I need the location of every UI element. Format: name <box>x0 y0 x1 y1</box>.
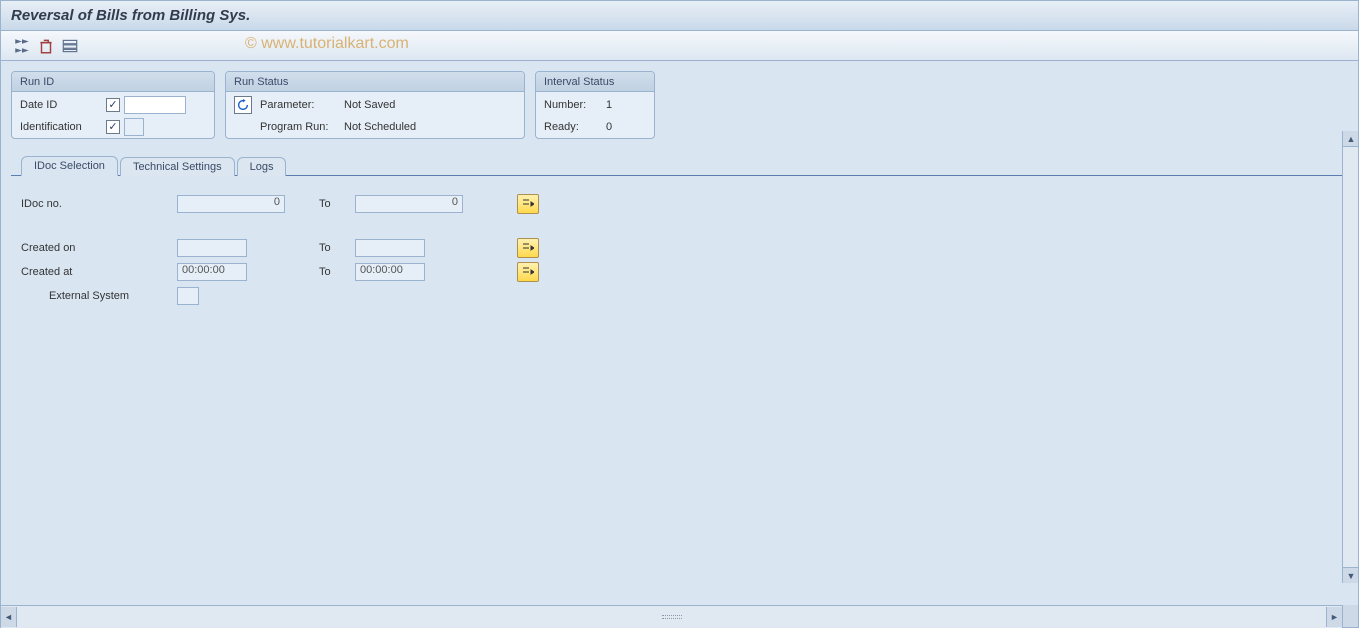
date-id-input[interactable] <box>124 96 186 114</box>
identification-label: Identification <box>20 121 100 133</box>
created-at-label: Created at <box>21 266 171 278</box>
scroll-grip-icon[interactable] <box>662 615 682 619</box>
scroll-right-icon[interactable]: ► <box>1326 607 1342 627</box>
page-title: Reversal of Bills from Billing Sys. <box>11 7 250 24</box>
tab-technical-settings[interactable]: Technical Settings <box>120 157 235 176</box>
interval-ready-value: 0 <box>606 121 612 133</box>
tab-logs[interactable]: Logs <box>237 157 287 176</box>
date-id-label: Date ID <box>20 99 100 111</box>
interval-ready-label: Ready: <box>544 121 602 133</box>
created-at-to-label: To <box>319 266 349 278</box>
toolbar-layout-icon[interactable] <box>61 37 79 55</box>
created-at-from-input[interactable]: 00:00:00 <box>177 263 247 281</box>
panel-run-status-title: Run Status <box>226 72 524 92</box>
tab-idoc-selection[interactable]: IDoc Selection <box>21 156 118 176</box>
panel-run-id-title: Run ID <box>12 72 214 92</box>
interval-number-label: Number: <box>544 99 602 111</box>
identification-input[interactable] <box>124 118 144 136</box>
created-on-from-input[interactable] <box>177 239 247 257</box>
toolbar-delete-icon[interactable] <box>37 37 55 55</box>
idoc-no-to-label: To <box>319 198 349 210</box>
external-system-label: External System <box>49 290 171 302</box>
identification-checkbox-icon[interactable]: ✓ <box>106 120 120 134</box>
panel-run-id: Run ID Date ID ✓ Identification ✓ <box>11 71 215 139</box>
created-on-label: Created on <box>21 242 171 254</box>
idoc-no-more-button[interactable] <box>517 194 539 214</box>
idoc-no-to-input[interactable]: 0 <box>355 195 463 213</box>
idoc-no-from-input[interactable]: 0 <box>177 195 285 213</box>
created-on-more-button[interactable] <box>517 238 539 258</box>
created-on-to-input[interactable] <box>355 239 425 257</box>
watermark: © www.tutorialkart.com <box>245 35 409 53</box>
panel-interval-status-title: Interval Status <box>536 72 654 92</box>
scroll-up-icon[interactable]: ▲ <box>1343 131 1358 147</box>
vertical-scrollbar[interactable]: ▲ ▼ <box>1342 131 1358 583</box>
program-run-value: Not Scheduled <box>344 121 416 133</box>
created-at-more-button[interactable] <box>517 262 539 282</box>
horizontal-scrollbar[interactable]: ◄ ► <box>1 606 1342 628</box>
scroll-left-icon[interactable]: ◄ <box>1 607 17 627</box>
parameter-label: Parameter: <box>260 99 340 111</box>
date-id-checkbox-icon[interactable]: ✓ <box>106 98 120 112</box>
parameter-value: Not Saved <box>344 99 395 111</box>
panel-run-status: Run Status Parameter: Not Saved Program … <box>225 71 525 139</box>
created-at-to-input[interactable]: 00:00:00 <box>355 263 425 281</box>
scroll-down-icon[interactable]: ▼ <box>1343 567 1358 583</box>
tab-content-idoc: IDoc no. 0 To 0 Created on To Created <box>11 175 1348 587</box>
program-run-label: Program Run: <box>260 121 340 133</box>
scroll-corner <box>1342 605 1358 627</box>
panel-interval-status: Interval Status Number: 1 Ready: 0 <box>535 71 655 139</box>
toolbar-execute-icon[interactable] <box>13 37 31 55</box>
external-system-input[interactable] <box>177 287 199 305</box>
status-refresh-icon[interactable] <box>234 96 252 114</box>
idoc-no-label: IDoc no. <box>21 198 171 210</box>
interval-number-value: 1 <box>606 99 612 111</box>
created-on-to-label: To <box>319 242 349 254</box>
